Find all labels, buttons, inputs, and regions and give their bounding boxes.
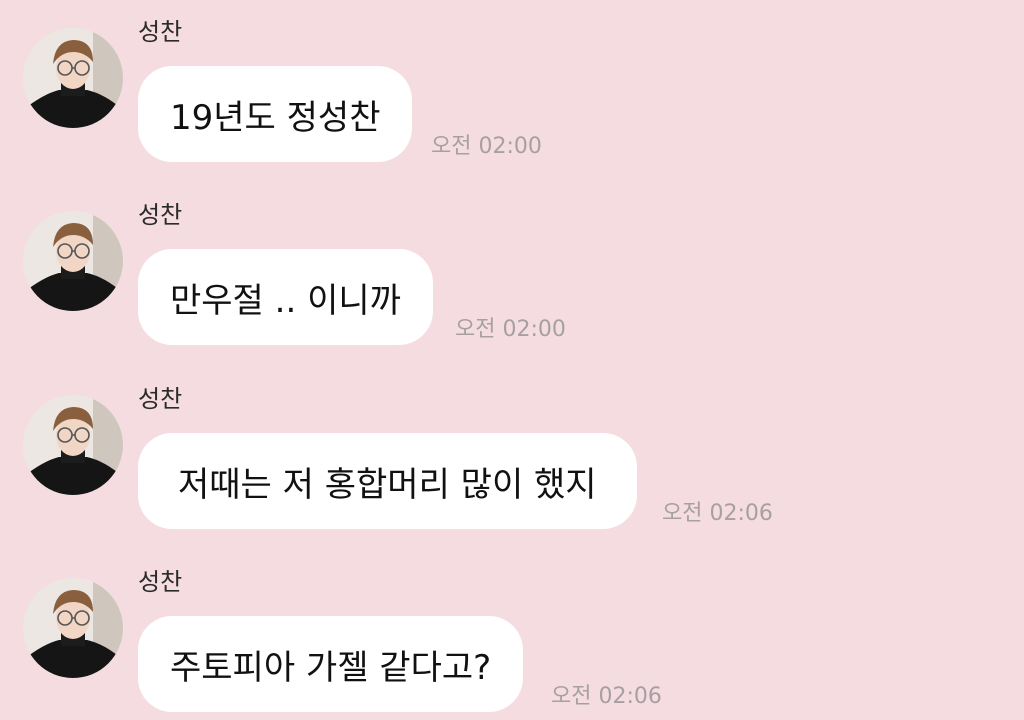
message-bubble[interactable]: 만우절 .. 이니까 (138, 249, 433, 345)
sender-name: 성찬 (138, 201, 183, 229)
message-timestamp: 오전 02:00 (431, 134, 542, 159)
message-bubble[interactable]: 저때는 저 홍합머리 많이 했지 (138, 433, 637, 529)
chat-thread: 성찬 19년도 정성찬 오전 02:00 성찬 만우절 .. 이니까 오전 02… (0, 0, 1024, 720)
sender-name: 성찬 (138, 385, 183, 413)
avatar[interactable] (23, 28, 123, 128)
message-row: 성찬 만우절 .. 이니까 오전 02:00 (0, 183, 1024, 345)
sender-name: 성찬 (138, 18, 183, 46)
message-row: 성찬 주토피아 가젤 같다고? 오전 02:06 (0, 550, 1024, 712)
message-bubble[interactable]: 주토피아 가젤 같다고? (138, 616, 524, 712)
avatar-photo-icon (23, 395, 123, 495)
message-timestamp: 오전 02:06 (551, 684, 662, 709)
avatar[interactable] (23, 211, 123, 311)
avatar-photo-icon (23, 28, 123, 128)
sender-name: 성찬 (138, 568, 183, 596)
avatar-photo-icon (23, 211, 123, 311)
avatar[interactable] (23, 395, 123, 495)
message-timestamp: 오전 02:06 (662, 501, 773, 526)
message-bubble[interactable]: 19년도 정성찬 (138, 66, 413, 162)
avatar[interactable] (23, 578, 123, 678)
message-row: 성찬 19년도 정성찬 오전 02:00 (0, 0, 1024, 162)
message-row: 성찬 저때는 저 홍합머리 많이 했지 오전 02:06 (0, 367, 1024, 529)
avatar-photo-icon (23, 578, 123, 678)
message-timestamp: 오전 02:00 (455, 317, 566, 342)
